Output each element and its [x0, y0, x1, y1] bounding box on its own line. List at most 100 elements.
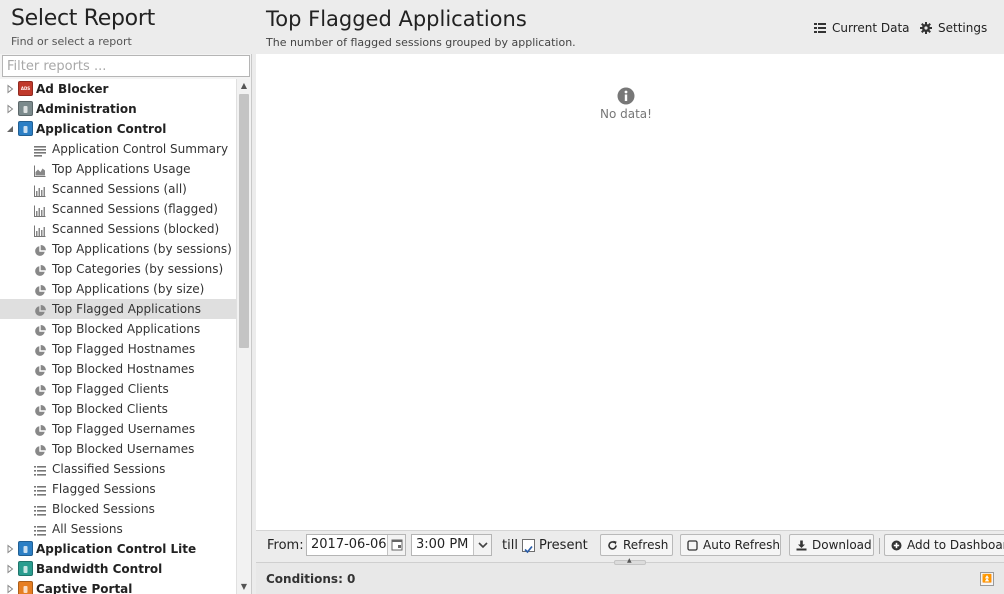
pie-chart-icon: [34, 383, 46, 396]
tree-report-node-selected[interactable]: Top Flagged Applications: [0, 299, 236, 319]
app-window: Select Report Find or select a report AD…: [0, 0, 1004, 594]
tree-report-label: Top Flagged Usernames: [52, 422, 196, 436]
report-selector-header: Select Report Find or select a report: [0, 0, 252, 54]
tree-app-node[interactable]: ADS Ad Blocker: [0, 79, 236, 99]
scroll-down-icon[interactable]: ▼: [237, 580, 250, 594]
administration-icon: [18, 101, 33, 116]
splitter-arrow-icon: ▲: [627, 557, 632, 564]
tree-report-label: Top Applications Usage: [52, 162, 191, 176]
current-data-button[interactable]: Current Data: [814, 19, 914, 37]
from-label: From:: [267, 538, 304, 553]
pie-chart-icon: [34, 343, 46, 356]
tree-report-node[interactable]: Top Flagged Usernames: [0, 419, 236, 439]
application-control-lite-icon: [18, 541, 33, 556]
unchecked-box-icon: [687, 540, 698, 551]
tree-report-node[interactable]: Top Applications Usage: [0, 159, 236, 179]
tree-report-label: Top Blocked Usernames: [52, 442, 195, 456]
calendar-trigger[interactable]: [387, 535, 405, 555]
report-header: Top Flagged Applications The number of f…: [256, 0, 1004, 54]
report-title: Top Flagged Applications: [266, 7, 527, 31]
pie-chart-icon: [34, 283, 46, 296]
tree-collapsed-icon[interactable]: [6, 584, 14, 594]
tree-app-label: Captive Portal: [36, 582, 133, 594]
scrollbar-thumb[interactable]: [239, 94, 249, 348]
settings-button[interactable]: Settings: [920, 19, 1000, 37]
ad-blocker-icon: ADS: [18, 81, 33, 96]
auto-refresh-button[interactable]: Auto Refresh: [680, 534, 781, 556]
add-to-dashboard-button[interactable]: Add to Dashboar: [884, 534, 1004, 556]
pie-chart-icon: [34, 243, 46, 256]
tree-expanded-icon[interactable]: [6, 124, 14, 134]
bandwidth-control-icon: [18, 561, 33, 576]
conditions-bar: ▲ Conditions: 0 ⏫: [256, 557, 1004, 594]
application-control-icon: [18, 121, 33, 136]
time-dropdown-trigger[interactable]: [473, 535, 491, 555]
tree-collapsed-icon[interactable]: [6, 104, 14, 114]
tree-collapsed-icon[interactable]: [6, 544, 14, 554]
from-time-select[interactable]: 3:00 PM: [411, 534, 492, 556]
tree-app-label: Administration: [36, 102, 137, 116]
tree-app-node[interactable]: Captive Portal: [0, 579, 236, 594]
bar-chart-icon: [34, 183, 46, 197]
tree-collapsed-icon[interactable]: [6, 564, 14, 574]
tree-report-node[interactable]: Flagged Sessions: [0, 479, 236, 499]
toolbar-separator: [879, 538, 880, 554]
tree-report-node[interactable]: All Sessions: [0, 519, 236, 539]
report-selector-subtitle: Find or select a report: [11, 35, 132, 48]
plus-circle-icon: [891, 540, 902, 551]
from-time-value: 3:00 PM: [416, 537, 469, 552]
tree-report-node[interactable]: Top Applications (by size): [0, 279, 236, 299]
scroll-up-icon[interactable]: ▲: [237, 79, 250, 93]
tree-scrollbar[interactable]: ▲ ▼: [236, 79, 250, 594]
tree-app-node[interactable]: Application Control Lite: [0, 539, 236, 559]
tree-report-label: Scanned Sessions (blocked): [52, 222, 220, 236]
tree-app-label: Application Control Lite: [36, 542, 197, 556]
from-date-field[interactable]: 2017-06-06: [306, 534, 406, 556]
tree-report-node[interactable]: Scanned Sessions (all): [0, 179, 236, 199]
tree-report-label: Flagged Sessions: [52, 482, 156, 496]
tree-report-node[interactable]: Top Blocked Hostnames: [0, 359, 236, 379]
tree-report-node[interactable]: Top Applications (by sessions): [0, 239, 236, 259]
tree-app-node[interactable]: Application Control: [0, 119, 236, 139]
auto-refresh-label: Auto Refresh: [703, 538, 780, 552]
calendar-icon: [391, 539, 403, 551]
report-tree: ADS Ad Blocker Administration Application C…: [0, 79, 250, 594]
till-label: till: [502, 538, 518, 553]
tree-report-label: All Sessions: [52, 522, 123, 536]
report-selector-panel: Select Report Find or select a report AD…: [0, 0, 252, 594]
bar-chart-icon: [34, 223, 46, 237]
tree-app-node[interactable]: Bandwidth Control: [0, 559, 236, 579]
tree-app-label: Application Control: [36, 122, 167, 136]
refresh-button[interactable]: Refresh: [600, 534, 673, 556]
tree-report-node[interactable]: Top Categories (by sessions): [0, 259, 236, 279]
tree-report-node[interactable]: Top Blocked Applications: [0, 319, 236, 339]
pie-chart-icon: [34, 323, 46, 336]
list-icon: [34, 523, 46, 536]
filter-reports-input[interactable]: [2, 55, 250, 77]
tree-report-node[interactable]: Scanned Sessions (flagged): [0, 199, 236, 219]
tree-report-node[interactable]: Scanned Sessions (blocked): [0, 219, 236, 239]
download-label: Download: [812, 538, 872, 552]
tree-report-node[interactable]: Top Flagged Clients: [0, 379, 236, 399]
tree-report-node[interactable]: Top Flagged Hostnames: [0, 339, 236, 359]
tree-report-node[interactable]: Top Blocked Clients: [0, 399, 236, 419]
tree-report-node[interactable]: Classified Sessions: [0, 459, 236, 479]
refresh-label: Refresh: [623, 538, 669, 552]
no-data-message: No data!: [600, 107, 652, 121]
tree-collapsed-icon[interactable]: [6, 84, 14, 94]
panel-splitter[interactable]: ▲: [614, 557, 646, 565]
tree-report-node[interactable]: Blocked Sessions: [0, 499, 236, 519]
tree-app-node[interactable]: Administration: [0, 99, 236, 119]
text-lines-icon: [34, 143, 46, 157]
expand-conditions-icon[interactable]: ⏫: [980, 572, 994, 586]
settings-label: Settings: [938, 21, 988, 35]
tree-report-label: Application Control Summary: [52, 142, 229, 156]
download-button[interactable]: Download: [789, 534, 874, 556]
pie-chart-icon: [34, 423, 46, 436]
present-label: Present: [539, 538, 588, 553]
pie-chart-icon: [34, 403, 46, 416]
tree-report-node[interactable]: Application Control Summary: [0, 139, 236, 159]
present-checkbox[interactable]: [522, 539, 535, 554]
from-date-value: 2017-06-06: [311, 537, 387, 552]
tree-report-node[interactable]: Top Blocked Usernames: [0, 439, 236, 459]
